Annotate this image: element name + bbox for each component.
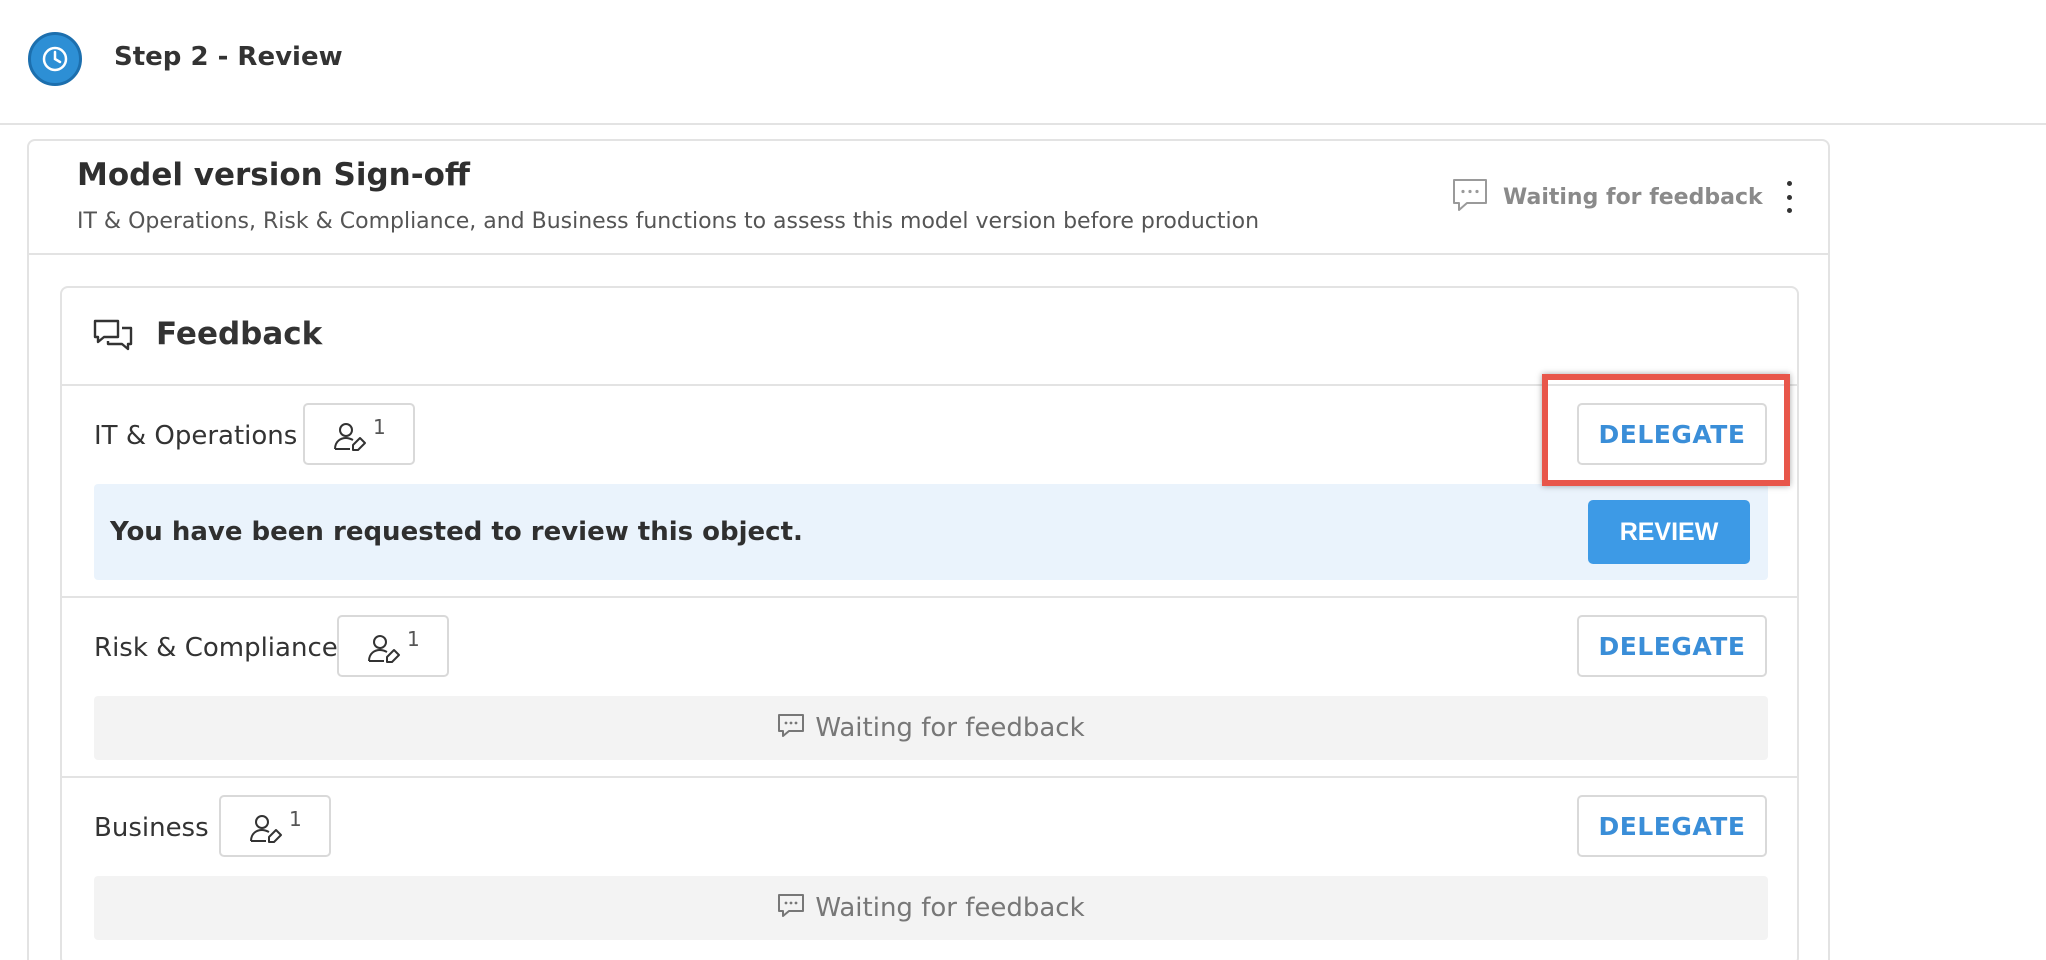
step-title: Step 2 - Review [114, 42, 343, 72]
review-request-banner: You have been requested to review this o… [94, 484, 1768, 580]
card-status-text: Waiting for feedback [1503, 184, 1763, 210]
waiting-feedback-bar: Waiting for feedback [94, 876, 1768, 940]
reviewer-count-chip[interactable]: 1 [303, 403, 415, 465]
reviewer-icon [367, 633, 403, 667]
feedback-title: Feedback [156, 316, 323, 352]
reviewer-icon [249, 813, 285, 847]
delegate-highlight-box [1542, 374, 1790, 486]
reviewer-icon [333, 421, 369, 455]
signoff-card: Model version Sign-off IT & Operations, … [27, 139, 1830, 960]
clock-icon [28, 32, 82, 86]
waiting-feedback-text: Waiting for feedback [815, 893, 1085, 923]
section-label: IT & Operations [94, 421, 298, 451]
card-header: Model version Sign-off IT & Operations, … [29, 141, 1828, 255]
section-it-operations: IT & Operations 1 DELEGATE You have been… [62, 386, 1797, 598]
comment-dots-icon [777, 713, 805, 743]
section-risk-compliance: Risk & Compliance 1 DELEGATE Waiting for… [62, 598, 1797, 778]
feedback-header: Feedback [62, 288, 1797, 386]
feedback-chat-icon [92, 318, 134, 360]
reviewer-count: 1 [407, 627, 420, 651]
section-label: Business [94, 813, 209, 843]
card-status: Waiting for feedback [1451, 177, 1763, 217]
reviewer-count: 1 [373, 415, 386, 439]
comment-dots-icon [1451, 177, 1489, 217]
reviewer-count-chip[interactable]: 1 [337, 615, 449, 677]
kebab-menu-icon[interactable] [1779, 177, 1799, 217]
waiting-feedback-text: Waiting for feedback [815, 713, 1085, 743]
kebab-dot [1786, 181, 1792, 186]
feedback-panel: Feedback IT & Operations 1 DELEGATE You … [60, 286, 1799, 960]
delegate-button[interactable]: DELEGATE [1577, 795, 1767, 857]
card-subtitle: IT & Operations, Risk & Compliance, and … [77, 209, 1260, 234]
card-title: Model version Sign-off [77, 157, 471, 193]
comment-dots-icon [777, 893, 805, 923]
review-request-text: You have been requested to review this o… [110, 517, 803, 547]
reviewer-count-chip[interactable]: 1 [219, 795, 331, 857]
section-business: Business 1 DELEGATE Waiting for feedback [62, 778, 1797, 960]
reviewer-count: 1 [289, 807, 302, 831]
kebab-dot [1786, 208, 1792, 213]
section-label: Risk & Compliance [94, 633, 338, 663]
review-button[interactable]: REVIEW [1588, 500, 1750, 564]
delegate-button[interactable]: DELEGATE [1577, 615, 1767, 677]
top-bar: Step 2 - Review [0, 0, 2046, 125]
waiting-feedback-bar: Waiting for feedback [94, 696, 1768, 760]
kebab-dot [1786, 194, 1792, 200]
